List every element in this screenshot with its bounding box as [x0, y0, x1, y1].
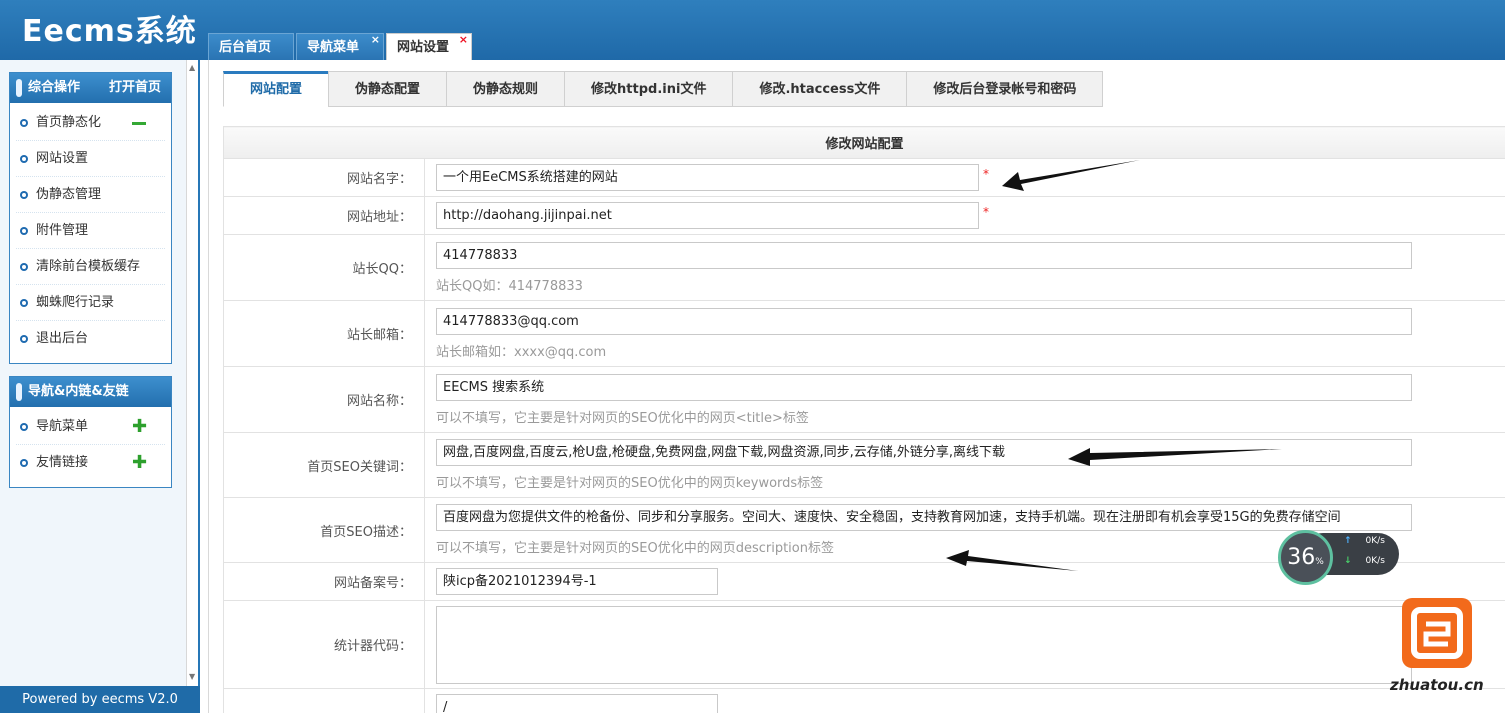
download-arrow-icon: ↓	[1344, 556, 1352, 566]
cpu-usage-gauge: 36%	[1278, 530, 1333, 585]
watermark-text: zhuatou.cn	[1390, 676, 1484, 694]
download-speed: ↓ 0K/s	[1344, 556, 1385, 566]
speed-percent: 36	[1287, 545, 1316, 570]
network-speed-widget: 36% ↑ 0K/s ↓ 0K/s	[1278, 530, 1399, 585]
app-window: Eecms系统 后台首页 导航菜单 × 网站设置 × 综合操作 打开首页 首页静…	[0, 0, 1505, 713]
annotation-arrows	[946, 160, 1282, 571]
annotation-arrow	[1002, 160, 1140, 191]
upload-speed: ↑ 0K/s	[1344, 536, 1385, 546]
watermark-glyph-icon	[1411, 607, 1463, 659]
speed-unit: K/s	[1371, 556, 1385, 566]
percent-sign: %	[1315, 557, 1324, 567]
annotation-arrow	[1068, 448, 1282, 466]
upload-arrow-icon: ↑	[1344, 536, 1352, 546]
annotation-arrow	[946, 550, 1078, 571]
speed-unit: K/s	[1371, 536, 1385, 546]
watermark-logo	[1402, 598, 1472, 668]
